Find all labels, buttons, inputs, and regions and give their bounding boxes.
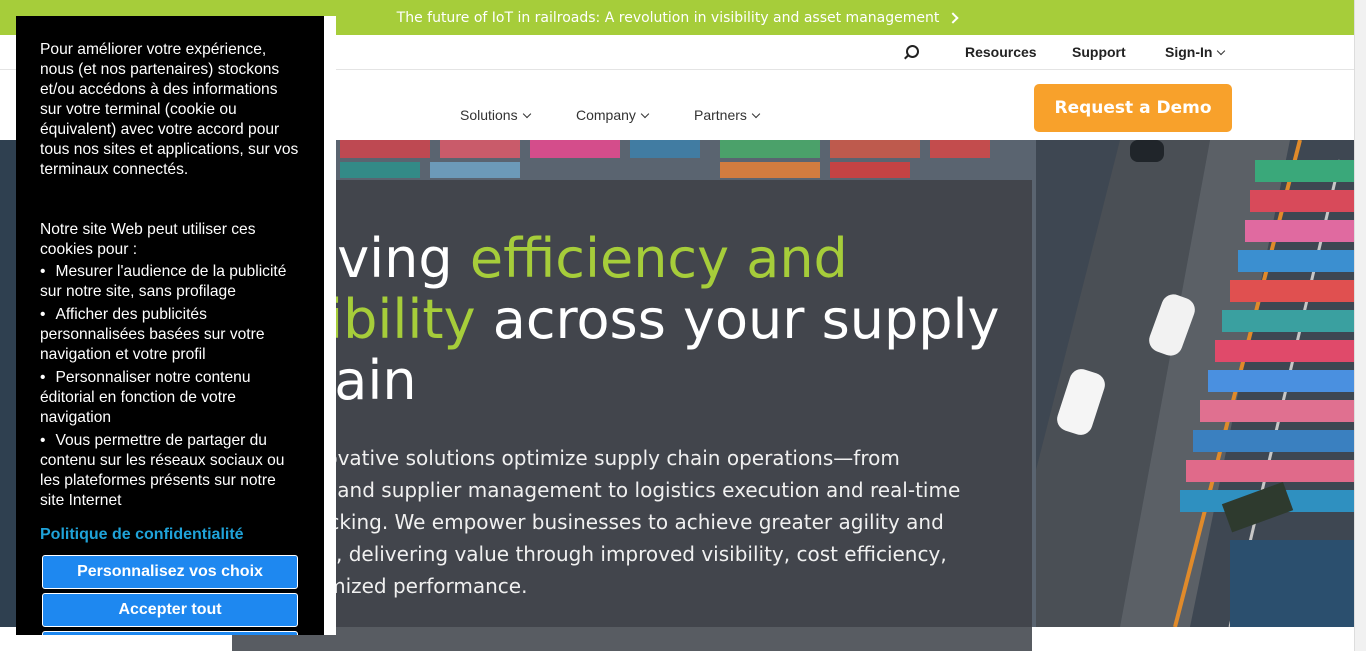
list-item: Vous permettre de partager du contenu su… [40,431,300,511]
cookie-intro: Pour améliorer votre expérience, nous (e… [40,41,299,178]
announcement-text[interactable]: The future of IoT in railroads: A revolu… [397,10,940,26]
nav-solutions-label: Solutions [460,107,518,123]
request-demo-button[interactable]: Request a Demo [1034,84,1232,132]
customize-choices-button[interactable]: Personnalisez vos choix [42,555,298,589]
chevron-down-icon [522,109,531,119]
cookie-intro-list-heading: Notre site Web peut utiliser ces cookies… [40,221,256,258]
cookie-purposes-list: Mesurer l'audience de la publicité sur n… [40,262,300,511]
accept-all-button[interactable]: Accepter tout [42,593,298,627]
nav-company-label: Company [576,107,636,123]
list-item: Afficher des publicités personnalisées b… [40,305,300,365]
nav-partners-label: Partners [694,107,747,123]
signin-menu[interactable]: Sign-In [1165,44,1226,60]
cookie-consent-dialog: Pour améliorer votre expérience, nous (e… [16,16,324,635]
chevron-down-icon [1217,46,1226,56]
list-item: Personnaliser notre contenu éditorial en… [40,368,300,428]
chevron-down-icon [751,109,761,119]
content-strip [232,627,1032,651]
signin-label: Sign-In [1165,44,1213,60]
support-link[interactable]: Support [1072,44,1126,60]
list-item: Mesurer l'audience de la publicité sur n… [40,262,300,302]
nav-solutions[interactable]: Solutions [460,107,531,123]
hero-text-panel: riving efficiency and sibility across you… [232,180,1032,627]
privacy-policy-link[interactable]: Politique de confidentialité [40,525,300,545]
hero-body-text: nnovative solutions optimize supply chai… [300,446,961,598]
nav-partners[interactable]: Partners [694,107,761,123]
chevron-right-icon [947,11,960,24]
nav-company[interactable]: Company [576,107,650,123]
headline-highlight: efficiency and [469,227,848,290]
cookie-extra-button[interactable] [42,631,298,635]
resources-link[interactable]: Resources [965,44,1037,60]
chevron-down-icon [640,109,650,119]
page-scrollbar[interactable] [1354,0,1366,651]
search-icon[interactable] [906,45,919,58]
headline-part: across your supply [475,288,1000,351]
cookie-dialog-edge [324,16,336,635]
hero-headline: riving efficiency and sibility across you… [300,228,1000,411]
